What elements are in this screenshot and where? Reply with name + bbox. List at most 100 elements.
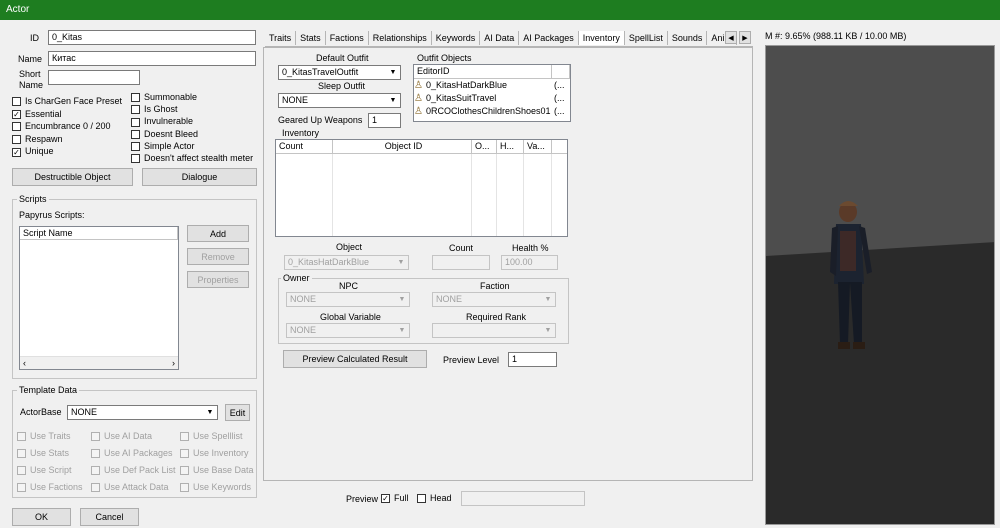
template-use-flag[interactable]: Use Base Data xyxy=(180,464,258,476)
outfit-object-row[interactable]: ♙ 0_KitasSuitTravel (... xyxy=(414,92,570,105)
object-select[interactable]: 0_KitasHatDarkBlue ▼ xyxy=(284,255,409,270)
checkbox-icon[interactable] xyxy=(131,105,140,115)
checkbox-icon[interactable] xyxy=(131,154,140,164)
short-name-field[interactable] xyxy=(48,70,140,85)
checkbox-icon[interactable] xyxy=(17,483,26,493)
inventory-list[interactable]: Count Object ID O... H... Va... xyxy=(275,139,568,237)
checkbox-icon[interactable] xyxy=(12,134,21,144)
checkbox-row[interactable]: Respawn xyxy=(12,133,122,146)
checkbox-row[interactable]: Is Ghost xyxy=(131,103,253,115)
full-check[interactable]: ✓ xyxy=(381,494,390,504)
checkbox-icon[interactable] xyxy=(180,432,189,442)
add-script-button[interactable]: Add xyxy=(187,225,249,242)
actor-3d-preview[interactable] xyxy=(765,45,995,525)
template-use-flag[interactable]: Use Script xyxy=(17,464,91,476)
checkbox-icon[interactable] xyxy=(12,122,21,132)
checkbox-row[interactable]: ✓ Unique xyxy=(12,145,122,158)
full-checkbox[interactable]: ✓ Full xyxy=(381,492,409,504)
destructible-object-button[interactable]: Destructible Object xyxy=(12,168,133,186)
cancel-button[interactable]: Cancel xyxy=(80,508,139,526)
remove-script-button[interactable]: Remove xyxy=(187,248,249,265)
tab-ai-packages[interactable]: AI Packages xyxy=(519,31,579,45)
tab-spelllist[interactable]: SpellList xyxy=(625,31,668,45)
tab-keywords[interactable]: Keywords xyxy=(432,31,481,45)
template-use-flag[interactable]: Use Factions xyxy=(17,481,91,493)
template-use-flag[interactable]: Use Attack Data xyxy=(91,481,180,493)
template-use-flag[interactable]: Use AI Packages xyxy=(91,447,180,459)
checkbox-icon[interactable] xyxy=(131,93,140,103)
checkbox-icon[interactable] xyxy=(91,466,100,476)
inventory-column-0[interactable]: Count xyxy=(276,140,333,153)
outfit-object-row[interactable]: ♙ 0_KitasHatDarkBlue (... xyxy=(414,79,570,92)
checkbox-icon[interactable] xyxy=(91,483,100,493)
sleep-outfit-select[interactable]: NONE ▼ xyxy=(278,93,401,108)
inventory-column-1[interactable]: Object ID xyxy=(333,140,472,153)
outfit-object-row[interactable]: ♙ 0RCOClothesChildrenShoes01 (... xyxy=(414,105,570,118)
editorid-column[interactable]: EditorID xyxy=(414,65,552,78)
template-use-flag[interactable]: Use Traits xyxy=(17,430,91,442)
tab-traits[interactable]: Traits xyxy=(265,31,297,45)
geared-up-weapons-field[interactable]: 1 xyxy=(368,113,401,128)
checkbox-row[interactable]: Doesn't affect stealth meter xyxy=(131,152,253,164)
checkbox-row[interactable]: Doesnt Bleed xyxy=(131,128,253,140)
template-use-flag[interactable]: Use Keywords xyxy=(180,481,258,493)
checkbox-row[interactable]: Encumbrance 0 / 200 xyxy=(12,120,122,133)
checkbox-icon[interactable] xyxy=(91,432,100,442)
preview-calculated-result-button[interactable]: Preview Calculated Result xyxy=(283,350,427,368)
checkbox-icon[interactable] xyxy=(180,449,189,459)
checkbox-icon[interactable] xyxy=(131,141,140,151)
tab-scroll-right-icon[interactable]: ▶ xyxy=(739,31,751,44)
tab-inventory[interactable]: Inventory xyxy=(578,31,625,45)
checkbox-checked-icon[interactable]: ✓ xyxy=(12,147,21,157)
tab-sounds[interactable]: Sounds xyxy=(668,31,708,45)
inventory-column-4[interactable]: Va... xyxy=(524,140,552,153)
head-check[interactable] xyxy=(417,494,426,504)
checkbox-row[interactable]: Is CharGen Face Preset xyxy=(12,95,122,108)
template-use-flag[interactable]: Use Def Pack List xyxy=(91,464,180,476)
npc-select[interactable]: NONE ▼ xyxy=(286,292,410,307)
checkbox-icon[interactable] xyxy=(12,97,21,107)
checkbox-row[interactable]: Invulnerable xyxy=(131,115,253,127)
template-use-flag[interactable]: Use Spelllist xyxy=(180,430,258,442)
tab-relationships[interactable]: Relationships xyxy=(369,31,432,45)
dialogue-button[interactable]: Dialogue xyxy=(142,168,257,186)
health-field[interactable]: 100.00 xyxy=(501,255,558,270)
properties-button[interactable]: Properties xyxy=(187,271,249,288)
checkbox-icon[interactable] xyxy=(180,483,189,493)
checkbox-row[interactable]: Summonable xyxy=(131,91,253,103)
checkbox-icon[interactable] xyxy=(17,432,26,442)
preview-extra-field[interactable] xyxy=(461,491,585,506)
checkbox-icon[interactable] xyxy=(180,466,189,476)
scroll-right-icon[interactable]: › xyxy=(172,357,175,369)
checkbox-icon[interactable] xyxy=(17,449,26,459)
template-use-flag[interactable]: Use Inventory xyxy=(180,447,258,459)
scroll-left-icon[interactable]: ‹ xyxy=(23,357,26,369)
extra-column[interactable] xyxy=(552,65,570,78)
outfit-objects-list[interactable]: EditorID ♙ 0_KitasHatDarkBlue (... ♙ 0_Kitas… xyxy=(413,64,571,122)
count-field[interactable] xyxy=(432,255,490,270)
actorbase-select[interactable]: NONE ▼ xyxy=(67,405,218,420)
inventory-column-2[interactable]: O... xyxy=(472,140,497,153)
checkbox-icon[interactable] xyxy=(17,466,26,476)
default-outfit-select[interactable]: 0_KitasTravelOutfit ▼ xyxy=(278,65,401,80)
tab-ai-data[interactable]: AI Data xyxy=(480,31,520,45)
tab-factions[interactable]: Factions xyxy=(326,31,369,45)
edit-actorbase-button[interactable]: Edit xyxy=(225,404,250,421)
tab-stats[interactable]: Stats xyxy=(296,31,326,45)
checkbox-checked-icon[interactable]: ✓ xyxy=(12,109,21,119)
checkbox-row[interactable]: Simple Actor xyxy=(131,140,253,152)
checkbox-icon[interactable] xyxy=(91,449,100,459)
template-use-flag[interactable]: Use AI Data xyxy=(91,430,180,442)
script-name-column[interactable]: Script Name xyxy=(20,227,178,240)
id-field[interactable]: 0_Kitas xyxy=(48,30,256,45)
ok-button[interactable]: OK xyxy=(12,508,71,526)
head-checkbox[interactable]: Head xyxy=(417,492,452,504)
required-rank-select[interactable]: ▼ xyxy=(432,323,556,338)
template-use-flag[interactable]: Use Stats xyxy=(17,447,91,459)
preview-level-field[interactable]: 1 xyxy=(508,352,557,367)
scripts-list[interactable]: Script Name ‹ › xyxy=(19,226,179,370)
tab-scroll-left-icon[interactable]: ◀ xyxy=(725,31,737,44)
checkbox-icon[interactable] xyxy=(131,117,140,127)
global-variable-select[interactable]: NONE ▼ xyxy=(286,323,410,338)
faction-select[interactable]: NONE ▼ xyxy=(432,292,556,307)
